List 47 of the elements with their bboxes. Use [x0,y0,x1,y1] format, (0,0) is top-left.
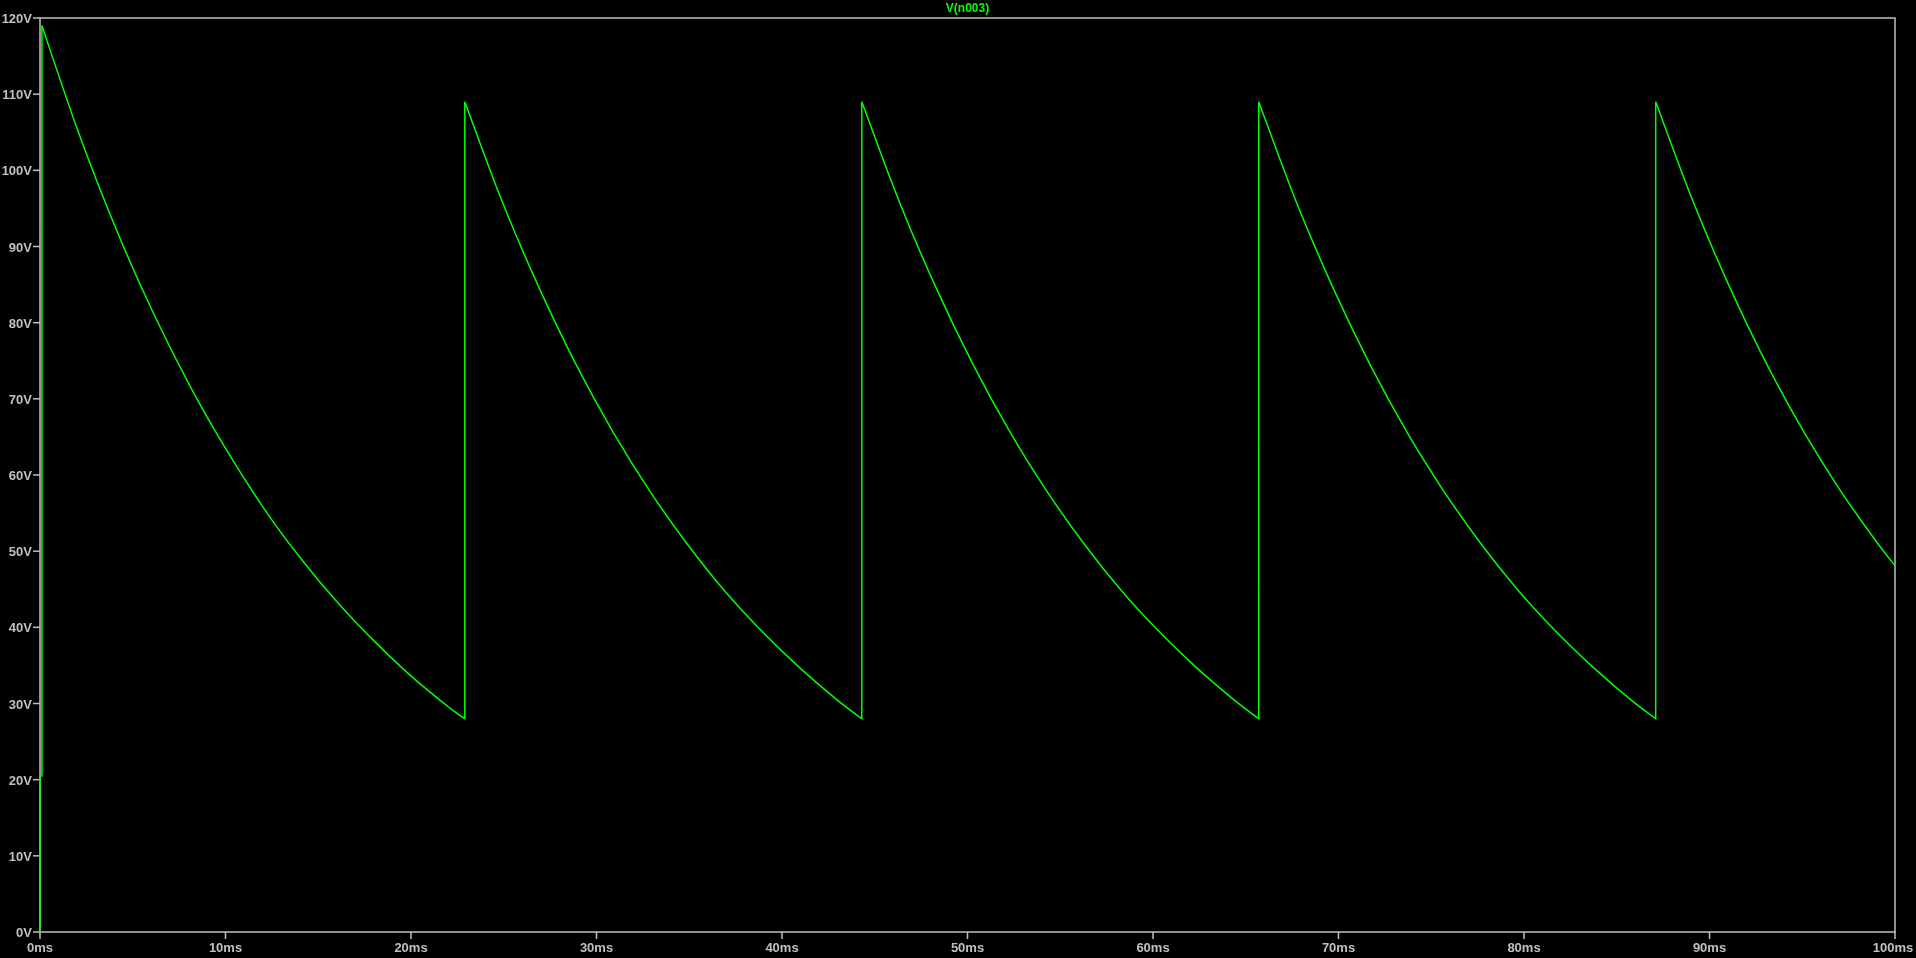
axis-tick-label: 40ms [765,940,799,955]
axis-tick-label: 0V [16,925,32,940]
tick-mark [32,474,41,476]
axis-tick-label: 70ms [1321,940,1356,955]
tick-mark [410,931,412,940]
tick-mark [1708,931,1711,940]
tick-mark [595,931,598,940]
axis-tick-label: 20ms [394,940,428,955]
tick-mark [32,17,41,19]
axis-tick-label: 50V [8,544,32,560]
axis-tick-label: 50ms [950,940,985,955]
axis-tick-label: 120V [1,11,32,26]
axis-tick-label: 20V [8,772,32,788]
axis-tick-label: 70V [8,391,32,407]
axis-tick-label: 60V [8,468,32,483]
tick-mark [32,855,41,857]
axis-tick-label: 80V [8,315,32,331]
axis-tick-label: 100ms [1872,940,1914,955]
tick-mark [32,321,41,324]
axis-tick-label: 60ms [1136,940,1170,955]
axis-tick-label: 30ms [579,940,614,955]
tick-mark [1523,931,1525,940]
axis-tick-label: 30V [8,696,32,712]
axis-tick-label: 90ms [1692,940,1727,955]
tick-mark [32,702,41,705]
tick-mark [1894,931,1896,940]
tick-mark [32,398,41,400]
tick-mark [32,93,41,95]
tick-mark [224,931,227,940]
axis-tick-label: 0ms [27,940,53,955]
tick-mark [966,931,969,940]
axis-tick-label: 10ms [208,940,243,955]
tick-mark [1337,931,1340,940]
axis-tick-label: 80ms [1507,940,1541,955]
axis-tick-label: 110V [2,87,32,103]
tick-mark [32,626,41,629]
axis-tick-label: 90V [8,239,32,255]
tick-mark [32,778,41,781]
tick-mark [32,169,41,172]
tick-mark [1152,931,1154,940]
axis-tick-label: 100V [1,163,32,179]
tick-mark [781,931,783,940]
tick-mark [32,245,41,248]
axis-tick-label: 10V [8,848,32,864]
axis-tick-label: 40V [8,620,32,636]
trace-label: V(n003) [945,1,990,15]
tick-mark [32,550,41,552]
